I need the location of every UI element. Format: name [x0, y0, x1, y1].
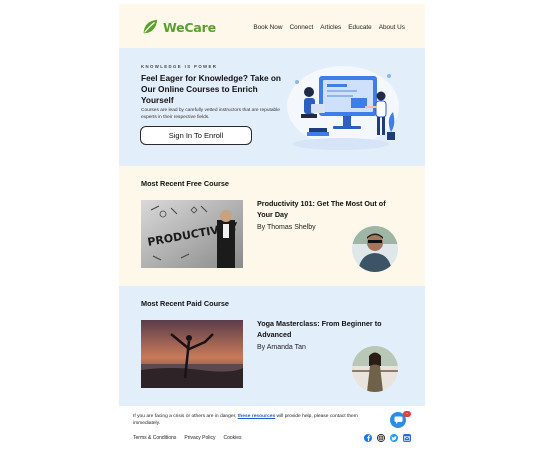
cookies-link[interactable]: Cookies — [223, 435, 241, 441]
nav-about-us[interactable]: About Us — [379, 24, 405, 31]
crisis-text-before: If you are facing a crisis or others are… — [133, 414, 238, 419]
privacy-link[interactable]: Privacy Policy — [184, 435, 215, 441]
page-frame: WeCare Book Now Connect Articles Educate… — [119, 4, 425, 446]
paid-course-author: By Amanda Tan — [257, 344, 306, 351]
nav-educate[interactable]: Educate — [348, 24, 371, 31]
instructor-avatar-amanda — [352, 346, 398, 392]
free-course-thumbnail[interactable]: PRODUCTIVITY — [141, 200, 243, 268]
email-icon[interactable] — [403, 434, 411, 442]
free-course-section: Most Recent Free Course PRODUCTIVITY Pro… — [119, 166, 425, 286]
chat-notification-badge: • — [403, 411, 411, 417]
paid-course-title[interactable]: Yoga Masterclass: From Beginner to Advan… — [257, 319, 403, 340]
hero-title: Feel Eager for Knowledge? Take on Our On… — [141, 73, 281, 105]
nav-articles[interactable]: Articles — [320, 24, 341, 31]
hero-kicker: KNOWLEDGE IS POWER — [141, 64, 218, 69]
resources-link[interactable]: these resources — [238, 414, 276, 419]
hero-subtitle: Courses are lead by carefully vetted ins… — [141, 108, 280, 120]
nav-connect[interactable]: Connect — [289, 24, 313, 31]
paid-course-thumbnail[interactable] — [141, 320, 243, 388]
terms-link[interactable]: Terms & Conditions — [133, 435, 176, 441]
paid-course-heading: Most Recent Paid Course — [141, 299, 229, 308]
instructor-avatar-thomas — [352, 226, 398, 272]
instagram-icon[interactable] — [377, 434, 385, 442]
brand-name: WeCare — [163, 19, 216, 35]
sign-in-to-enroll-button[interactable]: Sign In To Enroll — [140, 126, 252, 145]
nav-book-now[interactable]: Book Now — [253, 24, 282, 31]
crisis-notice: If you are facing a crisis or others are… — [133, 413, 363, 427]
social-links — [364, 434, 411, 442]
hero-section: KNOWLEDGE IS POWER Feel Eager for Knowle… — [119, 48, 425, 166]
chat-icon — [394, 416, 402, 424]
online-learning-illustration — [287, 66, 399, 150]
facebook-icon[interactable] — [364, 434, 372, 442]
site-header: WeCare Book Now Connect Articles Educate… — [119, 4, 425, 48]
paid-course-section: Most Recent Paid Course Yoga Masterclass… — [119, 286, 425, 406]
free-course-heading: Most Recent Free Course — [141, 179, 229, 188]
footer-links: Terms & Conditions Privacy Policy Cookie… — [133, 435, 242, 441]
logo[interactable]: WeCare — [141, 18, 216, 36]
yoga-image — [141, 320, 243, 388]
free-course-author: By Thomas Shelby — [257, 224, 316, 231]
main-nav: Book Now Connect Articles Educate About … — [253, 24, 405, 31]
twitter-icon[interactable] — [390, 434, 398, 442]
site-footer: If you are facing a crisis or others are… — [119, 406, 425, 446]
free-course-title[interactable]: Productivity 101: Get The Most Out of Yo… — [257, 199, 403, 220]
leaf-logo-icon — [143, 19, 158, 34]
productivity-image: PRODUCTIVITY — [141, 200, 243, 268]
